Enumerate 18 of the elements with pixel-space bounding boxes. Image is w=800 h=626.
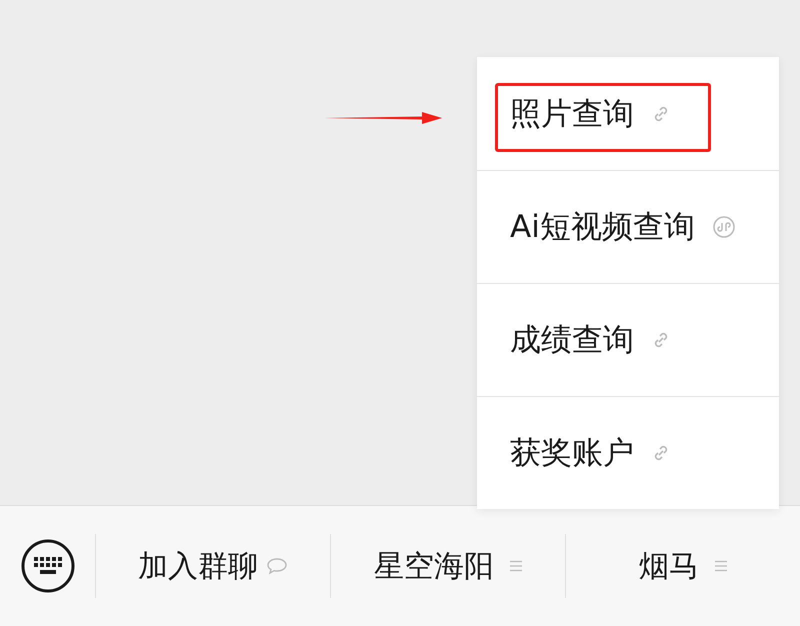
menu-item[interactable]: 成绩查询 [477, 283, 779, 396]
menu-item-label: 成绩查询 [510, 321, 634, 360]
menu-tab[interactable]: 加入群聊 [138, 546, 258, 586]
menu-item[interactable]: 照片查询 [477, 57, 779, 170]
link-icon [652, 104, 670, 122]
link-icon [652, 444, 670, 462]
menu-item-label: 获奖账户 [510, 434, 634, 473]
link-icon [652, 331, 670, 349]
menu-icon [715, 560, 727, 572]
menu-tab[interactable]: 星空海阳 [374, 546, 494, 586]
menu-item-label: Ai短视频查询 [510, 208, 695, 247]
keyboard-icon[interactable] [20, 539, 74, 593]
chat-bubble-icon [266, 557, 288, 575]
menu-item[interactable]: Ai短视频查询 [477, 170, 779, 283]
menu-icon [510, 560, 522, 572]
menu-item-label: 照片查询 [510, 94, 634, 134]
mini-program-icon [712, 216, 735, 238]
menu-tab[interactable]: 烟马 [639, 546, 699, 586]
